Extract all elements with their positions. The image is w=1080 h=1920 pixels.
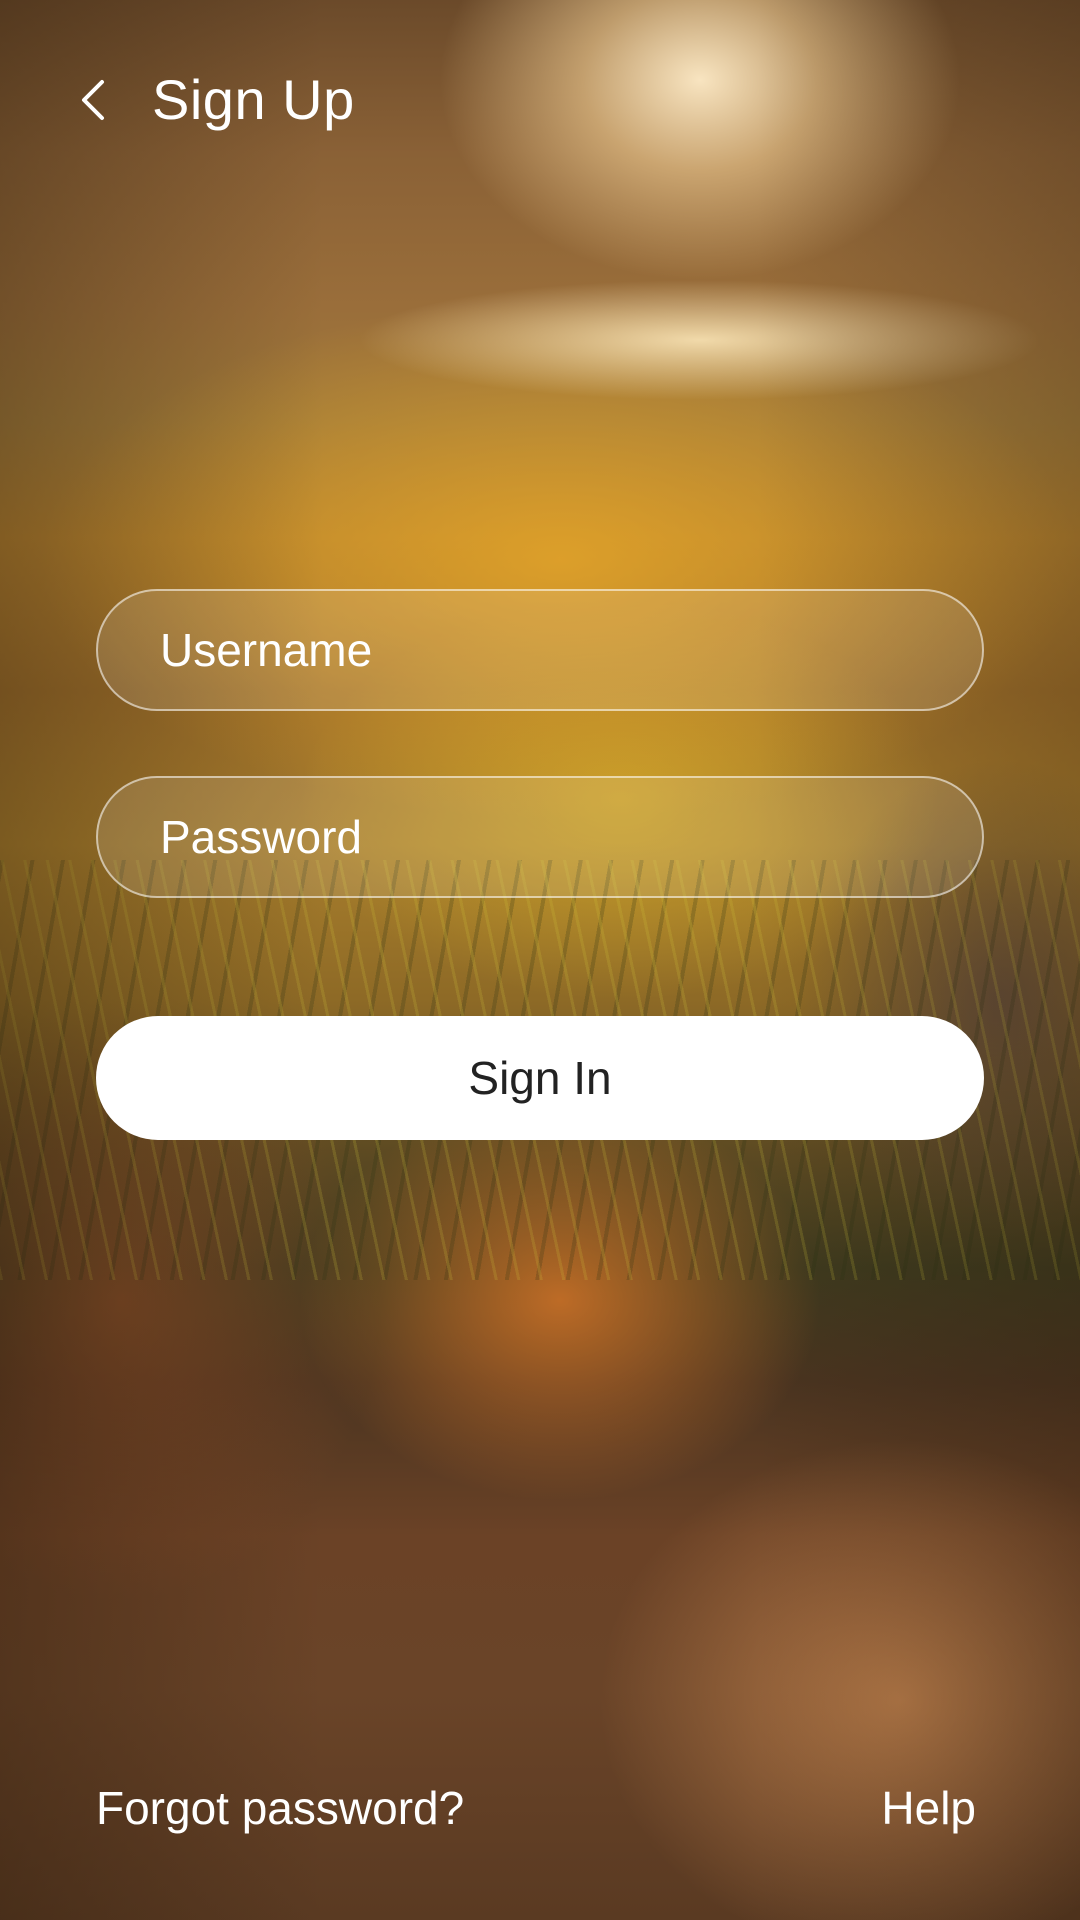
chevron-left-icon[interactable] bbox=[78, 78, 108, 122]
password-input[interactable] bbox=[160, 778, 940, 896]
header: Sign Up bbox=[0, 60, 1080, 140]
password-field[interactable] bbox=[96, 776, 984, 898]
help-link[interactable]: Help bbox=[881, 1780, 976, 1836]
username-field[interactable] bbox=[96, 589, 984, 711]
background-vignette bbox=[0, 0, 1080, 1920]
sign-up-screen: Sign Up Sign In Forgot password? Help bbox=[0, 0, 1080, 1920]
username-input[interactable] bbox=[160, 591, 940, 709]
sign-in-button[interactable]: Sign In bbox=[96, 1016, 984, 1140]
page-title: Sign Up bbox=[152, 68, 355, 131]
forgot-password-link[interactable]: Forgot password? bbox=[96, 1780, 464, 1836]
